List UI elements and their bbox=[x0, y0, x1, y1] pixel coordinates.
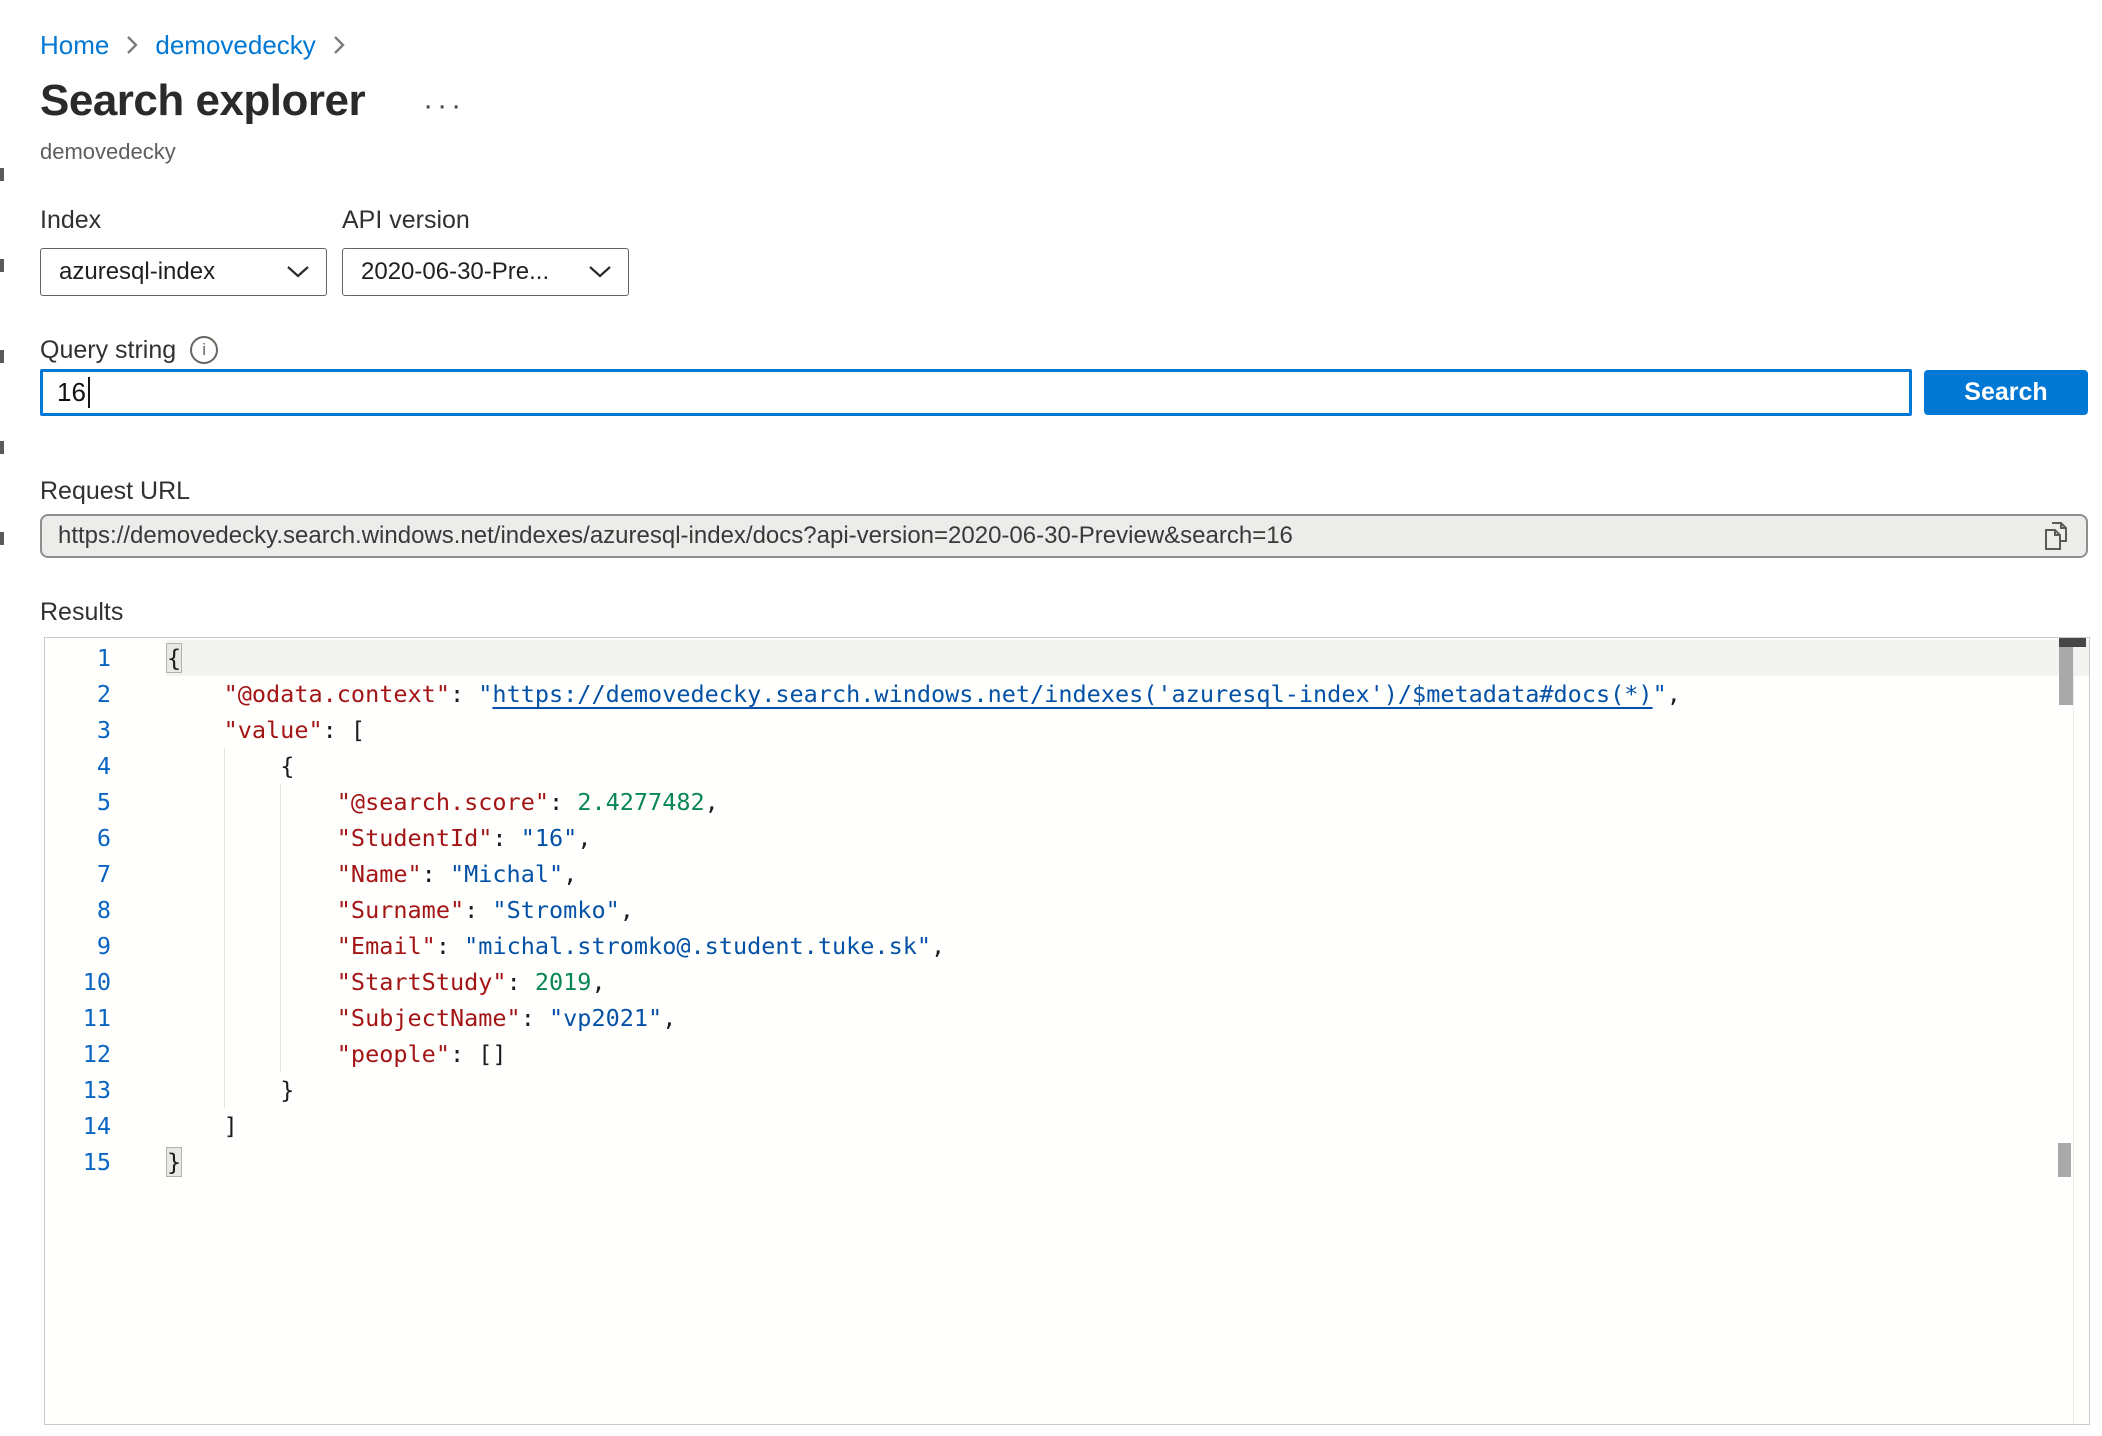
indent-guide bbox=[280, 1036, 281, 1072]
code-text: } bbox=[167, 1144, 2089, 1180]
overview-ruler-decoration bbox=[2058, 1143, 2071, 1177]
info-icon[interactable]: i bbox=[190, 336, 218, 364]
indent-guide bbox=[224, 820, 225, 856]
copy-icon[interactable] bbox=[2036, 517, 2076, 555]
code-line: 5 "@search.score": 2.4277482, bbox=[45, 784, 2089, 820]
indent-guide bbox=[224, 964, 225, 1000]
line-number: 3 bbox=[45, 712, 111, 748]
line-number: 5 bbox=[45, 784, 111, 820]
indent-guide bbox=[224, 928, 225, 964]
index-dropdown[interactable]: azuresql-index bbox=[40, 248, 327, 296]
index-label: Index bbox=[40, 205, 327, 235]
line-number: 7 bbox=[45, 856, 111, 892]
left-edge-crop-artifact bbox=[0, 168, 4, 563]
line-number: 11 bbox=[45, 1000, 111, 1036]
code-text: "@search.score": 2.4277482, bbox=[167, 784, 2089, 820]
code-text: ] bbox=[167, 1108, 2089, 1144]
code-line: 13 } bbox=[45, 1072, 2089, 1108]
indent-guide bbox=[280, 856, 281, 892]
line-number: 12 bbox=[45, 1036, 111, 1072]
line-number: 15 bbox=[45, 1144, 111, 1180]
line-number: 10 bbox=[45, 964, 111, 1000]
indent-guide bbox=[224, 1000, 225, 1036]
scrollbar-track bbox=[2073, 638, 2074, 1424]
chevron-down-icon bbox=[286, 258, 310, 286]
line-number: 6 bbox=[45, 820, 111, 856]
search-button[interactable]: Search bbox=[1924, 370, 2088, 415]
line-number: 8 bbox=[45, 892, 111, 928]
code-text: "Name": "Michal", bbox=[167, 856, 2089, 892]
indent-guide bbox=[280, 892, 281, 928]
code-line: 7 "Name": "Michal", bbox=[45, 856, 2089, 892]
indent-guide bbox=[224, 856, 225, 892]
line-number: 13 bbox=[45, 1072, 111, 1108]
indent-guide bbox=[224, 784, 225, 820]
code-line: 15} bbox=[45, 1144, 2089, 1180]
indent-guide bbox=[224, 1036, 225, 1072]
code-line: 2 "@odata.context": "https://demovedecky… bbox=[45, 676, 2089, 712]
line-number: 1 bbox=[45, 640, 111, 676]
code-text: "value": [ bbox=[167, 712, 2089, 748]
page-title: Search explorer bbox=[40, 74, 365, 128]
code-line: 12 "people": [] bbox=[45, 1036, 2089, 1072]
api-version-dropdown-value: 2020-06-30-Pre... bbox=[361, 258, 549, 286]
indent-guide bbox=[280, 1000, 281, 1036]
text-cursor bbox=[88, 377, 90, 408]
code-line: 6 "StudentId": "16", bbox=[45, 820, 2089, 856]
code-text: "StartStudy": 2019, bbox=[167, 964, 2089, 1000]
code-text: } bbox=[167, 1072, 2089, 1108]
overview-ruler-cursor-marker bbox=[2059, 638, 2086, 647]
results-label: Results bbox=[40, 597, 2102, 627]
breadcrumb: Home demovedecky bbox=[40, 28, 2102, 62]
indent-guide bbox=[224, 892, 225, 928]
code-line: 4 { bbox=[45, 748, 2089, 784]
request-url-box: https://demovedecky.search.windows.net/i… bbox=[40, 514, 2088, 558]
line-number: 4 bbox=[45, 748, 111, 784]
results-json-editor[interactable]: 1{2 "@odata.context": "https://demovedec… bbox=[44, 637, 2090, 1425]
code-line: 9 "Email": "michal.stromko@.student.tuke… bbox=[45, 928, 2089, 964]
code-line: 8 "Surname": "Stromko", bbox=[45, 892, 2089, 928]
api-version-dropdown[interactable]: 2020-06-30-Pre... bbox=[342, 248, 629, 296]
line-number: 9 bbox=[45, 928, 111, 964]
chevron-right-icon bbox=[332, 34, 346, 56]
code-line: 11 "SubjectName": "vp2021", bbox=[45, 1000, 2089, 1036]
results-editor-lines: 1{2 "@odata.context": "https://demovedec… bbox=[45, 638, 2089, 1180]
code-text: "SubjectName": "vp2021", bbox=[167, 1000, 2089, 1036]
code-line: 10 "StartStudy": 2019, bbox=[45, 964, 2089, 1000]
indent-guide bbox=[224, 748, 225, 784]
query-string-value: 16 bbox=[57, 377, 86, 408]
page-subtitle: demovedecky bbox=[40, 138, 2102, 166]
code-line: 14 ] bbox=[45, 1108, 2089, 1144]
code-text: "@odata.context": "https://demovedecky.s… bbox=[167, 676, 2089, 712]
request-url-label: Request URL bbox=[40, 476, 2102, 506]
more-options-button[interactable]: ··· bbox=[423, 81, 465, 121]
code-line: 1{ bbox=[45, 640, 2089, 676]
code-text: { bbox=[167, 748, 2089, 784]
indent-guide bbox=[224, 1072, 225, 1108]
chevron-down-icon bbox=[588, 258, 612, 286]
line-number: 14 bbox=[45, 1108, 111, 1144]
scrollbar-thumb[interactable] bbox=[2059, 647, 2073, 705]
code-text: "Surname": "Stromko", bbox=[167, 892, 2089, 928]
breadcrumb-link-demovedecky[interactable]: demovedecky bbox=[155, 28, 315, 62]
index-dropdown-value: azuresql-index bbox=[59, 258, 215, 286]
code-text: "Email": "michal.stromko@.student.tuke.s… bbox=[167, 928, 2089, 964]
code-text: "StudentId": "16", bbox=[167, 820, 2089, 856]
code-line: 3 "value": [ bbox=[45, 712, 2089, 748]
query-string-label: Query string bbox=[40, 335, 176, 365]
query-string-input[interactable]: 16 bbox=[40, 369, 1912, 416]
code-text: "people": [] bbox=[167, 1036, 2089, 1072]
indent-guide bbox=[280, 964, 281, 1000]
indent-guide bbox=[280, 928, 281, 964]
indent-guide bbox=[280, 820, 281, 856]
indent-guide bbox=[280, 784, 281, 820]
line-number: 2 bbox=[45, 676, 111, 712]
request-url-value: https://demovedecky.search.windows.net/i… bbox=[58, 522, 2036, 550]
code-text: { bbox=[167, 640, 2089, 676]
breadcrumb-link-home[interactable]: Home bbox=[40, 28, 109, 62]
chevron-right-icon bbox=[125, 34, 139, 56]
api-version-label: API version bbox=[342, 205, 629, 235]
